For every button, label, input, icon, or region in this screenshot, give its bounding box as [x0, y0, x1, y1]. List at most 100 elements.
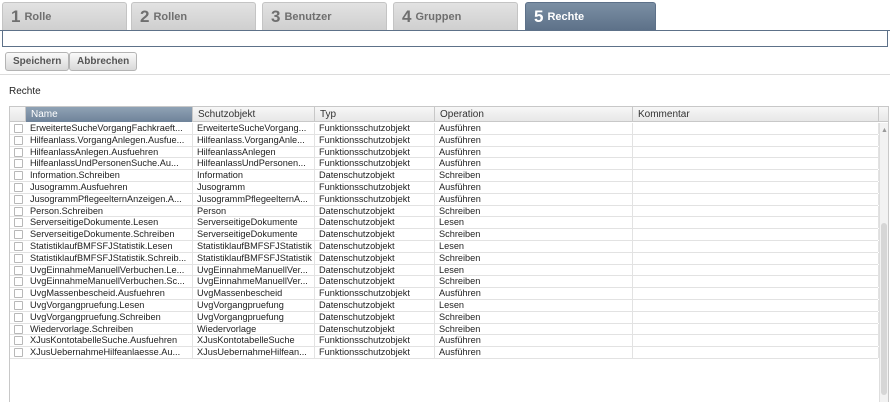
- cell-kommentar: [633, 240, 879, 252]
- row-checkbox[interactable]: [14, 206, 23, 216]
- cell-name: UvgEinnahmeManuellVerbuchen.Le...: [26, 264, 193, 276]
- row-checkbox[interactable]: [14, 182, 23, 192]
- toolbar: Speichern Abbrechen: [0, 51, 890, 73]
- cell-operation: Ausführen: [435, 158, 633, 170]
- cell-schutzobjekt: ServerseitigeDokumente: [193, 217, 315, 229]
- cell-kommentar: [633, 134, 879, 146]
- section-title: Rechte: [9, 86, 41, 97]
- cell-kommentar: [633, 299, 879, 311]
- table-row[interactable]: Person.Schreiben Person Datenschutzobjekt S…: [10, 205, 879, 218]
- save-button[interactable]: Speichern: [5, 52, 70, 71]
- row-checkbox[interactable]: [14, 241, 23, 251]
- row-checkbox[interactable]: [14, 159, 23, 169]
- table-row[interactable]: StatistiklaufBMFSFJStatistik.Schreib... S…: [10, 252, 879, 265]
- table-row[interactable]: ErweiterteSucheVorgangFachkraeft... Erwei…: [10, 123, 879, 135]
- table-row[interactable]: XJusKontotabelleSuche.Ausfuehren XJusKont…: [10, 335, 879, 348]
- row-checkbox[interactable]: [14, 277, 23, 287]
- cell-name: Hilfeanlass.VorgangAnlegen.Ausfue...: [26, 134, 193, 146]
- column-header-kommentar[interactable]: Kommentar: [633, 107, 879, 122]
- row-checkbox[interactable]: [14, 171, 23, 181]
- cell-name: UvgVorgangpruefung.Schreiben: [26, 311, 193, 323]
- table-row[interactable]: Jusogramm.Ausfuehren Jusogramm Funktionssc…: [10, 181, 879, 194]
- column-header-name[interactable]: Name: [26, 107, 193, 122]
- row-checkbox[interactable]: [14, 312, 23, 322]
- table-row[interactable]: ServerseitigeDokumente.Lesen Serverseitig…: [10, 217, 879, 230]
- cell-name: HilfeanlassUndPersonenSuche.Au...: [26, 158, 193, 170]
- row-checkbox[interactable]: [14, 147, 23, 157]
- cell-typ: Funktionsschutzobjekt: [315, 123, 435, 134]
- table-row[interactable]: UvgEinnahmeManuellVerbuchen.Sc... UvgEinn…: [10, 276, 879, 289]
- row-checkbox[interactable]: [14, 265, 23, 275]
- cell-operation: Lesen: [435, 217, 633, 229]
- cell-name: UvgVorgangpruefung.Lesen: [26, 299, 193, 311]
- cell-name: Jusogramm.Ausfuehren: [26, 181, 193, 193]
- table-row[interactable]: XJusUebernahmeHilfeanlaesse.Au... XJusUeb…: [10, 347, 879, 359]
- cell-kommentar: [633, 229, 879, 241]
- row-checkbox[interactable]: [14, 300, 23, 310]
- row-checkbox[interactable]: [14, 324, 23, 334]
- tab-gruppen[interactable]: 4 Gruppen: [393, 2, 518, 30]
- row-checkbox[interactable]: [14, 289, 23, 299]
- vertical-scrollbar[interactable]: ▲: [879, 123, 888, 402]
- grid-header: Name Schutzobjekt Typ Operation Kommenta…: [10, 107, 888, 122]
- cell-schutzobjekt: UvgEinnahmeManuellVer...: [193, 276, 315, 288]
- cell-operation: Lesen: [435, 299, 633, 311]
- table-row[interactable]: UvgEinnahmeManuellVerbuchen.Le... UvgEinn…: [10, 264, 879, 277]
- table-row[interactable]: HilfeanlassAnlegen.Ausfuehren Hilfeanlass…: [10, 146, 879, 159]
- cell-name: ErweiterteSucheVorgangFachkraeft...: [26, 123, 193, 134]
- cell-schutzobjekt: UvgMassenbescheid: [193, 288, 315, 300]
- row-checkbox[interactable]: [14, 135, 23, 145]
- table-row[interactable]: HilfeanlassUndPersonenSuche.Au... Hilfean…: [10, 158, 879, 171]
- table-row[interactable]: ServerseitigeDokumente.Schreiben Serverse…: [10, 229, 879, 241]
- table-row[interactable]: JusogrammPflegeelternAnzeigen.A... Jusogr…: [10, 193, 879, 206]
- row-checkbox[interactable]: [14, 218, 23, 228]
- column-header-operation[interactable]: Operation: [435, 107, 633, 122]
- tab-rolle[interactable]: 1 Rolle: [2, 2, 127, 30]
- wizard-tabs: 1 Rolle 2 Rollen 3 Benutzer 4 Gruppen 5 …: [0, 0, 890, 30]
- cell-schutzobjekt: UvgVorgangpruefung: [193, 299, 315, 311]
- row-checkbox[interactable]: [14, 336, 23, 346]
- scroll-up-arrow-icon[interactable]: ▲: [881, 127, 888, 134]
- cell-schutzobjekt: HilfeanlassAnlegen: [193, 146, 315, 158]
- cell-schutzobjekt: UvgEinnahmeManuellVer...: [193, 264, 315, 276]
- rights-grid: Name Schutzobjekt Typ Operation Kommenta…: [9, 106, 889, 402]
- cell-operation: Ausführen: [435, 146, 633, 158]
- tab-label: Rollen: [153, 10, 188, 23]
- cell-operation: Schreiben: [435, 323, 633, 335]
- cell-kommentar: [633, 347, 879, 359]
- table-row[interactable]: Hilfeanlass.VorgangAnlegen.Ausfue... Hilf…: [10, 134, 879, 147]
- cell-schutzobjekt: Information: [193, 170, 315, 182]
- row-checkbox[interactable]: [14, 348, 23, 358]
- row-checkbox[interactable]: [14, 124, 23, 133]
- cell-schutzobjekt: UvgVorgangpruefung: [193, 311, 315, 323]
- tab-rollen[interactable]: 2 Rollen: [131, 2, 256, 30]
- cell-operation: Schreiben: [435, 311, 633, 323]
- table-row[interactable]: Information.Schreiben Information Datensch…: [10, 170, 879, 182]
- table-row[interactable]: UvgVorgangpruefung.Schreiben UvgVorgangpr…: [10, 311, 879, 324]
- table-row[interactable]: Wiedervorlage.Schreiben Wiedervorlage Date…: [10, 323, 879, 336]
- cell-name: HilfeanlassAnlegen.Ausfuehren: [26, 146, 193, 158]
- row-checkbox[interactable]: [14, 253, 23, 263]
- tab-rechte[interactable]: 5 Rechte: [525, 2, 656, 30]
- cell-typ: Funktionsschutzobjekt: [315, 181, 435, 193]
- column-header-schutzobjekt[interactable]: Schutzobjekt: [193, 107, 315, 122]
- table-row[interactable]: UvgVorgangpruefung.Lesen UvgVorgangpruefu…: [10, 299, 879, 312]
- cell-schutzobjekt: Wiedervorlage: [193, 323, 315, 335]
- row-checkbox[interactable]: [14, 230, 23, 240]
- scrollbar-thumb[interactable]: [881, 223, 887, 395]
- cell-kommentar: [633, 217, 879, 229]
- cell-operation: Schreiben: [435, 170, 633, 182]
- cell-name: UvgEinnahmeManuellVerbuchen.Sc...: [26, 276, 193, 288]
- cell-name: Person.Schreiben: [26, 205, 193, 217]
- cancel-button[interactable]: Abbrechen: [69, 52, 138, 71]
- cell-schutzobjekt: XJusUebernahmeHilfean...: [193, 347, 315, 359]
- column-header-typ[interactable]: Typ: [315, 107, 435, 122]
- tab-benutzer[interactable]: 3 Benutzer: [262, 2, 387, 30]
- tab-label: Benutzer: [284, 10, 332, 23]
- table-row[interactable]: StatistiklaufBMFSFJStatistik.Lesen Statis…: [10, 240, 879, 253]
- tab-number: 4: [402, 6, 412, 26]
- table-row[interactable]: UvgMassenbescheid.Ausfuehren UvgMassenbes…: [10, 288, 879, 300]
- row-checkbox[interactable]: [14, 194, 23, 204]
- cell-operation: Lesen: [435, 264, 633, 276]
- cell-typ: Funktionsschutzobjekt: [315, 158, 435, 170]
